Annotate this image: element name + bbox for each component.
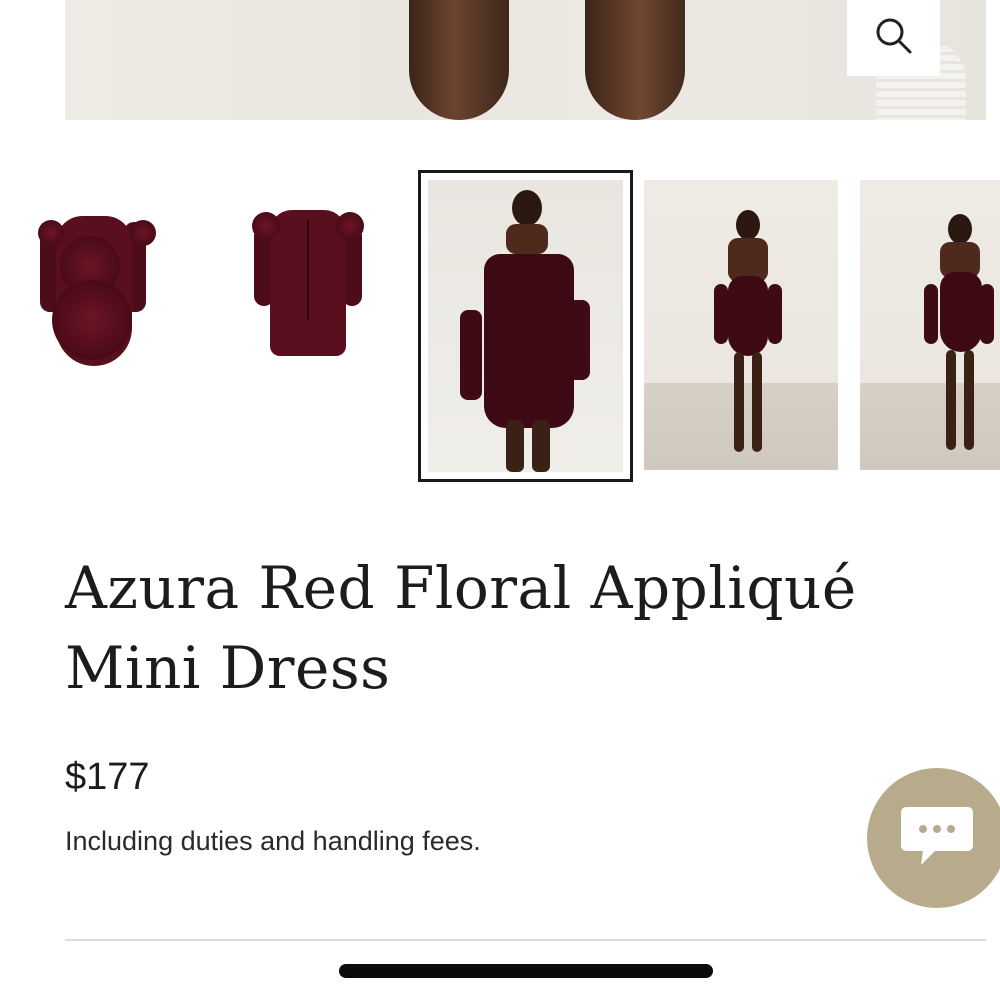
model-leg-left [409, 0, 509, 120]
thumbnail-model-back[interactable] [644, 180, 838, 470]
search-icon [874, 16, 914, 60]
thumbnail-model-side[interactable] [860, 180, 1000, 470]
divider [65, 939, 986, 941]
product-title: Azura Red Floral Appliqué Mini Dress [65, 554, 857, 702]
chat-button[interactable] [867, 768, 1000, 908]
product-price: $177 [65, 756, 150, 798]
thumbnail-model-front-selected[interactable] [418, 170, 633, 482]
chat-bubble-icon [897, 801, 977, 875]
thumbnail-dress-back[interactable] [232, 180, 392, 470]
zoom-button[interactable] [847, 0, 940, 76]
model-leg-right [585, 0, 685, 120]
tax-note: Including duties and handling fees. [65, 826, 481, 856]
home-indicator [339, 964, 713, 978]
thumbnail-dress-front[interactable] [18, 180, 208, 470]
thumbnail-strip [0, 168, 1000, 484]
